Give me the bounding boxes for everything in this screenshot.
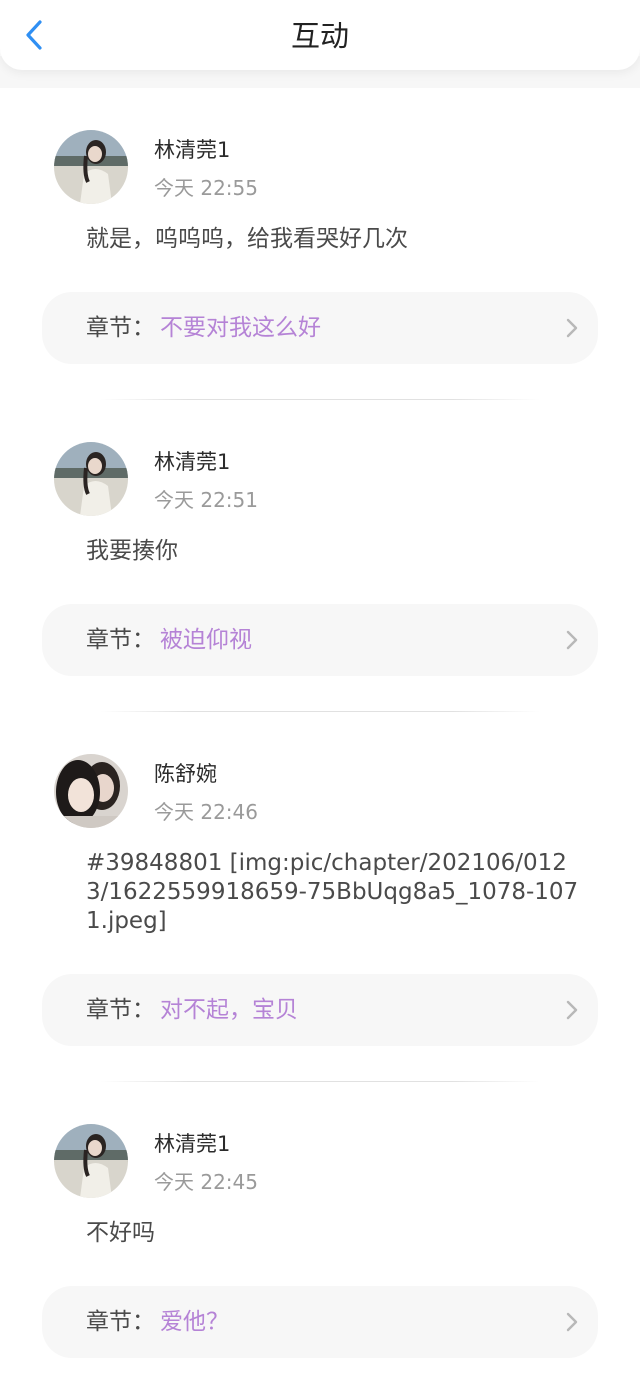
chevron-right-icon bbox=[566, 1000, 578, 1020]
comment-item: 林清莞1 今天 22:51 我要揍你 章节： 被迫仰视 bbox=[0, 400, 640, 712]
chapter-link[interactable]: 章节： 被迫仰视 bbox=[42, 604, 598, 676]
chapter-prefix: 章节： bbox=[86, 1309, 155, 1335]
chapter-prefix: 章节： bbox=[86, 627, 155, 653]
chapter-link[interactable]: 章节： 不要对我这么好 bbox=[42, 292, 598, 364]
chevron-right-icon bbox=[566, 630, 578, 650]
timestamp: 今天 22:46 bbox=[154, 800, 258, 824]
comment-text: #39848801 [img:pic/chapter/202106/0123/1… bbox=[86, 850, 579, 934]
chapter-title: 不要对我这么好 bbox=[160, 315, 321, 341]
comment-text: 我要揍你 bbox=[86, 538, 178, 564]
comment-item: 陈舒婉 今天 22:46 #39848801 [img:pic/chapter/… bbox=[0, 712, 640, 1082]
username[interactable]: 陈舒婉 bbox=[154, 760, 217, 788]
chapter-link[interactable]: 章节： 对不起，宝贝 bbox=[42, 974, 598, 1046]
chapter-link[interactable]: 章节： 爱他？ bbox=[42, 1286, 598, 1358]
timestamp: 今天 22:45 bbox=[154, 1170, 258, 1194]
chapter-prefix: 章节： bbox=[86, 997, 155, 1023]
comment-item: 林清莞1 今天 22:45 不好吗 章节： 爱他？ bbox=[0, 1082, 640, 1382]
chapter-title: 被迫仰视 bbox=[160, 627, 252, 653]
username[interactable]: 林清莞1 bbox=[154, 448, 230, 476]
username[interactable]: 林清莞1 bbox=[154, 1130, 230, 1158]
avatar[interactable] bbox=[54, 1124, 128, 1198]
username[interactable]: 林清莞1 bbox=[154, 136, 230, 164]
avatar[interactable] bbox=[54, 442, 128, 516]
comment-feed: 林清莞1 今天 22:55 就是，呜呜呜，给我看哭好几次 章节： 不要对我这么好 bbox=[0, 88, 640, 1382]
chapter-prefix: 章节： bbox=[86, 315, 155, 341]
avatar[interactable] bbox=[54, 130, 128, 204]
comment-text: 不好吗 bbox=[86, 1220, 155, 1246]
chevron-right-icon bbox=[566, 318, 578, 338]
chapter-title: 爱他？ bbox=[160, 1309, 229, 1335]
timestamp: 今天 22:55 bbox=[154, 176, 258, 200]
comment-text: 就是，呜呜呜，给我看哭好几次 bbox=[86, 226, 408, 252]
chevron-right-icon bbox=[566, 1312, 578, 1332]
chapter-title: 对不起，宝贝 bbox=[160, 997, 298, 1023]
comment-item: 林清莞1 今天 22:55 就是，呜呜呜，给我看哭好几次 章节： 不要对我这么好 bbox=[0, 88, 640, 400]
page-title: 互动 bbox=[290, 19, 349, 53]
timestamp: 今天 22:51 bbox=[154, 488, 258, 512]
top-bar: 互动 bbox=[0, 0, 640, 70]
avatar[interactable] bbox=[54, 754, 128, 828]
